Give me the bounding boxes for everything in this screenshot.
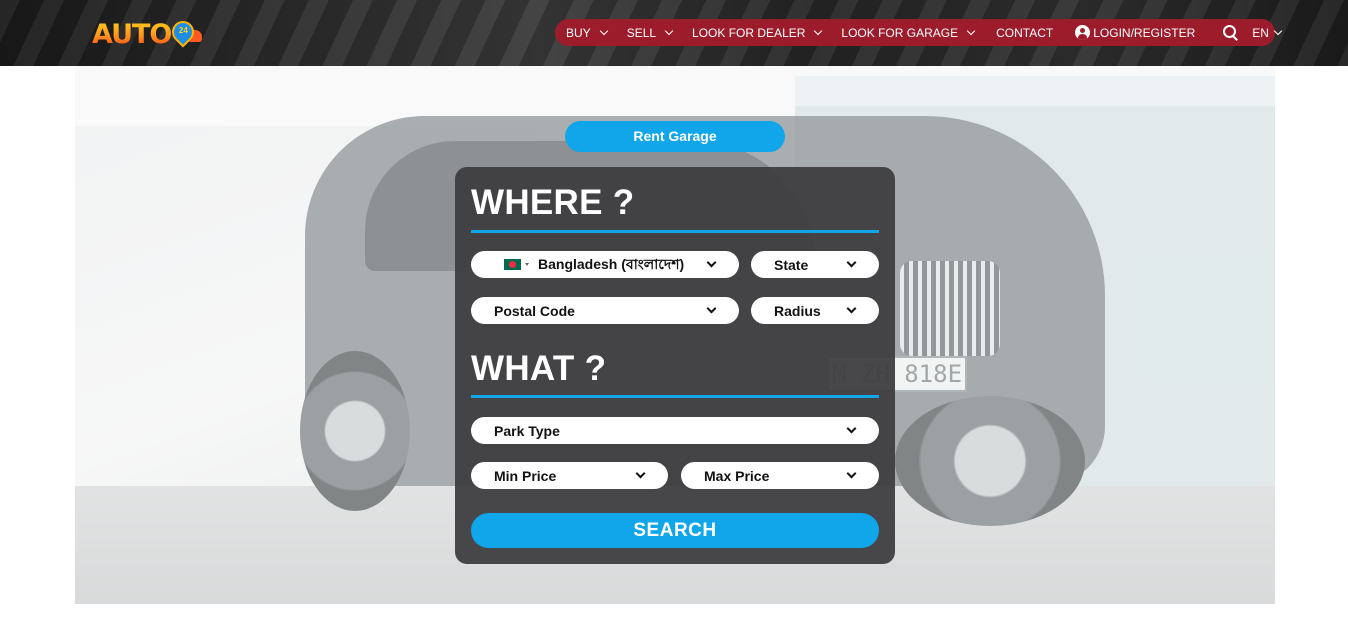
park-type-label: Park Type (494, 422, 560, 439)
search-panel: WHERE ? Bangladesh (বাংলাদেশ) State Post… (455, 167, 895, 564)
bd-flag-icon (504, 259, 521, 270)
rent-garage-button[interactable]: Rent Garage (565, 121, 785, 152)
chevron-down-icon (706, 303, 717, 314)
chevron-down-icon (846, 257, 857, 268)
nav-dealer-label: LOOK FOR DEALER (692, 25, 806, 40)
search-button[interactable]: SEARCH (471, 513, 879, 548)
user-icon (1075, 25, 1091, 40)
chevron-down-icon (664, 26, 674, 35)
nav-look-for-dealer[interactable]: LOOK FOR DEALER (692, 25, 823, 40)
min-price-label: Min Price (494, 467, 557, 484)
nav-buy-label: BUY (566, 25, 591, 40)
language-label: EN (1252, 25, 1269, 40)
main-nav: BUY SELL LOOK FOR DEALER LOOK FOR GARAGE… (555, 19, 1283, 46)
chevron-down-icon (635, 468, 646, 479)
chevron-down-icon (706, 257, 717, 268)
country-value: Bangladesh (বাংলাদেশ) (538, 255, 685, 272)
chevron-down-icon (846, 303, 857, 314)
state-label: State (774, 256, 809, 273)
what-heading: WHAT ? (471, 349, 607, 388)
nav-login-register[interactable]: LOGIN/REGISTER (1075, 25, 1195, 40)
park-type-select[interactable]: Park Type (471, 417, 879, 444)
state-select[interactable]: State (751, 251, 879, 278)
max-price-select[interactable]: Max Price (681, 462, 879, 489)
caret-down-icon (525, 263, 529, 266)
nav-garage-label: LOOK FOR GARAGE (841, 25, 959, 40)
nav-sell[interactable]: SELL (626, 25, 674, 40)
radius-label: Radius (774, 302, 821, 319)
nav-contact[interactable]: CONTACT (996, 26, 1053, 40)
chevron-down-icon (966, 26, 976, 35)
radius-select[interactable]: Radius (751, 297, 879, 324)
site-header: AUTO 24 BUY SELL LOOK FOR DEALER LOOK FO… (0, 0, 1348, 66)
logo-pin-number: 24 (178, 26, 188, 35)
chevron-down-icon (846, 423, 857, 434)
nav-login-label: LOGIN/REGISTER (1093, 25, 1196, 40)
nav-look-for-garage[interactable]: LOOK FOR GARAGE (841, 25, 976, 40)
nav-sell-label: SELL (626, 25, 657, 40)
max-price-label: Max Price (704, 467, 770, 484)
postal-code-select[interactable]: Postal Code (471, 297, 739, 324)
chevron-down-icon (599, 26, 608, 35)
postal-code-label: Postal Code (494, 302, 575, 319)
min-price-select[interactable]: Min Price (471, 462, 668, 489)
divider (471, 230, 879, 233)
where-heading: WHERE ? (471, 183, 635, 222)
site-logo[interactable]: AUTO 24 (92, 14, 202, 54)
nav-contact-label: CONTACT (996, 25, 1054, 40)
chevron-down-icon (1273, 26, 1283, 35)
location-pin-icon: 24 (167, 16, 199, 49)
logo-text: AUTO (92, 18, 172, 50)
language-selector[interactable]: EN (1252, 25, 1283, 40)
chevron-down-icon (814, 26, 823, 35)
chevron-down-icon (846, 468, 857, 479)
country-select[interactable]: Bangladesh (বাংলাদেশ) (471, 251, 739, 278)
divider (471, 395, 879, 398)
nav-buy[interactable]: BUY (566, 25, 608, 40)
